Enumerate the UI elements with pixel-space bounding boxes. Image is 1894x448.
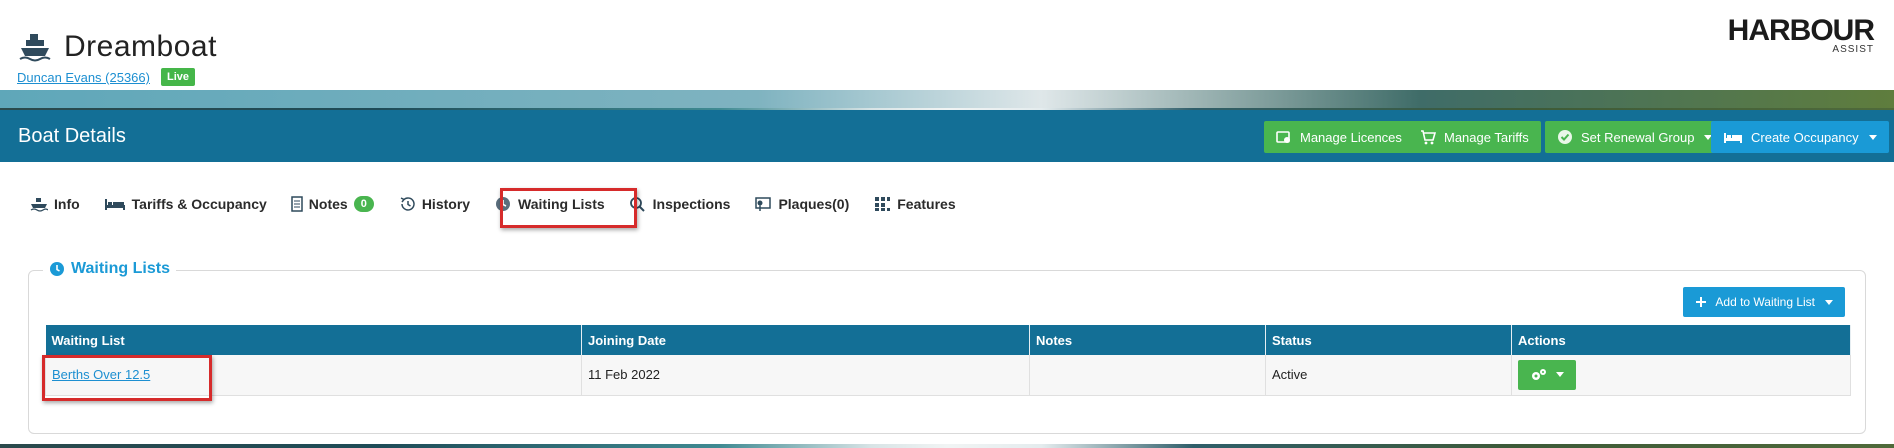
clock-icon xyxy=(496,197,511,211)
plaque-icon xyxy=(755,197,772,211)
table-row: Berths Over 12.5 11 Feb 2022 Active xyxy=(45,355,1851,396)
waiting-list-link[interactable]: Berths Over 12.5 xyxy=(52,367,150,382)
history-icon xyxy=(400,197,415,211)
tab-features[interactable]: Features xyxy=(861,184,967,224)
add-to-waiting-list-button[interactable]: Add to Waiting List xyxy=(1683,287,1845,317)
tab-history[interactable]: History xyxy=(386,184,482,224)
boat-icon xyxy=(19,34,51,62)
column-header-actions: Actions xyxy=(1511,325,1851,355)
cell-status: Active xyxy=(1265,355,1512,396)
tab-waiting-lists-label: Waiting Lists xyxy=(518,196,605,212)
row-actions-button[interactable] xyxy=(1518,359,1576,390)
plus-icon xyxy=(1696,297,1707,307)
chevron-down-icon xyxy=(1868,134,1877,140)
tab-features-label: Features xyxy=(897,196,956,212)
licence-icon xyxy=(1276,131,1290,143)
cell-waiting-list: Berths Over 12.5 xyxy=(45,355,582,396)
chevron-down-icon xyxy=(1825,299,1833,305)
column-header-status[interactable]: Status xyxy=(1265,325,1512,355)
tab-bar: Info Tariffs & Occupancy Notes 0 History… xyxy=(18,184,968,224)
create-occupancy-button[interactable]: Create Occupancy xyxy=(1711,121,1889,153)
tab-inspections-label: Inspections xyxy=(652,196,731,212)
boat-name: Dreamboat xyxy=(64,30,217,63)
manage-licences-button[interactable]: Manage Licences xyxy=(1264,121,1414,153)
gears-icon xyxy=(1532,368,1546,380)
tab-tariffs-occupancy[interactable]: Tariffs & Occupancy xyxy=(92,184,279,224)
grid-icon xyxy=(875,197,891,211)
tab-info-label: Info xyxy=(54,196,80,212)
tab-notes-label: Notes xyxy=(308,196,348,212)
page-header: Dreamboat Duncan Evans (25366) Live HARB… xyxy=(0,0,1894,108)
waiting-lists-panel: Waiting Lists Add to Waiting List Waitin… xyxy=(28,260,1866,434)
brand-name: HARBOUR xyxy=(1727,14,1875,47)
check-circle-icon xyxy=(1558,130,1572,144)
owner-link[interactable]: Duncan Evans (25366) xyxy=(17,70,150,85)
table-header-row: Waiting List Joining Date Notes Status A… xyxy=(45,325,1851,355)
boat-details-bar: Boat Details Manage Licences Manage Tari… xyxy=(0,110,1894,162)
cell-actions xyxy=(1511,355,1851,396)
bed-icon xyxy=(104,199,125,210)
bed-icon xyxy=(1724,133,1742,143)
boat-icon xyxy=(30,198,48,212)
tab-waiting-lists[interactable]: Waiting Lists xyxy=(482,184,617,224)
chevron-down-icon xyxy=(1556,372,1564,378)
cell-notes xyxy=(1029,355,1266,396)
column-header-waiting-list[interactable]: Waiting List xyxy=(45,325,582,355)
tab-tariffs-label: Tariffs & Occupancy xyxy=(131,196,267,212)
tab-history-label: History xyxy=(421,196,471,212)
notes-icon xyxy=(291,196,303,212)
column-header-notes[interactable]: Notes xyxy=(1029,325,1266,355)
waiting-lists-table: Waiting List Joining Date Notes Status A… xyxy=(45,325,1851,396)
page-title: Boat Details xyxy=(18,125,126,147)
cell-joining-date: 11 Feb 2022 xyxy=(581,355,1030,396)
header-image-strip xyxy=(0,90,1894,108)
cart-icon xyxy=(1421,130,1436,145)
column-header-joining-date[interactable]: Joining Date xyxy=(581,325,1030,355)
set-renewal-group-label: Set Renewal Group xyxy=(1581,129,1695,145)
add-to-waiting-list-label: Add to Waiting List xyxy=(1715,295,1815,309)
panel-title: Waiting Lists xyxy=(43,260,176,278)
brand-logo: HARBOUR ASSIST xyxy=(1727,14,1875,55)
manage-licences-label: Manage Licences xyxy=(1300,129,1402,145)
set-renewal-group-button[interactable]: Set Renewal Group xyxy=(1545,121,1725,153)
status-badge: Live xyxy=(161,68,196,86)
content-area: Info Tariffs & Occupancy Notes 0 History… xyxy=(0,162,1894,444)
tab-plaques[interactable]: Plaques(0) xyxy=(742,184,861,224)
tab-inspections[interactable]: Inspections xyxy=(617,184,743,224)
tab-info[interactable]: Info xyxy=(18,184,92,224)
clock-icon xyxy=(50,262,64,276)
header-white-area xyxy=(0,0,1894,90)
tab-notes[interactable]: Notes 0 xyxy=(279,184,386,224)
tab-plaques-label: Plaques(0) xyxy=(778,196,850,212)
manage-tariffs-label: Manage Tariffs xyxy=(1444,129,1529,145)
notes-count-badge: 0 xyxy=(353,196,374,212)
panel-title-label: Waiting Lists xyxy=(71,260,170,277)
search-icon xyxy=(629,197,645,212)
create-occupancy-label: Create Occupancy xyxy=(1751,129,1859,145)
manage-tariffs-button[interactable]: Manage Tariffs xyxy=(1408,121,1541,153)
